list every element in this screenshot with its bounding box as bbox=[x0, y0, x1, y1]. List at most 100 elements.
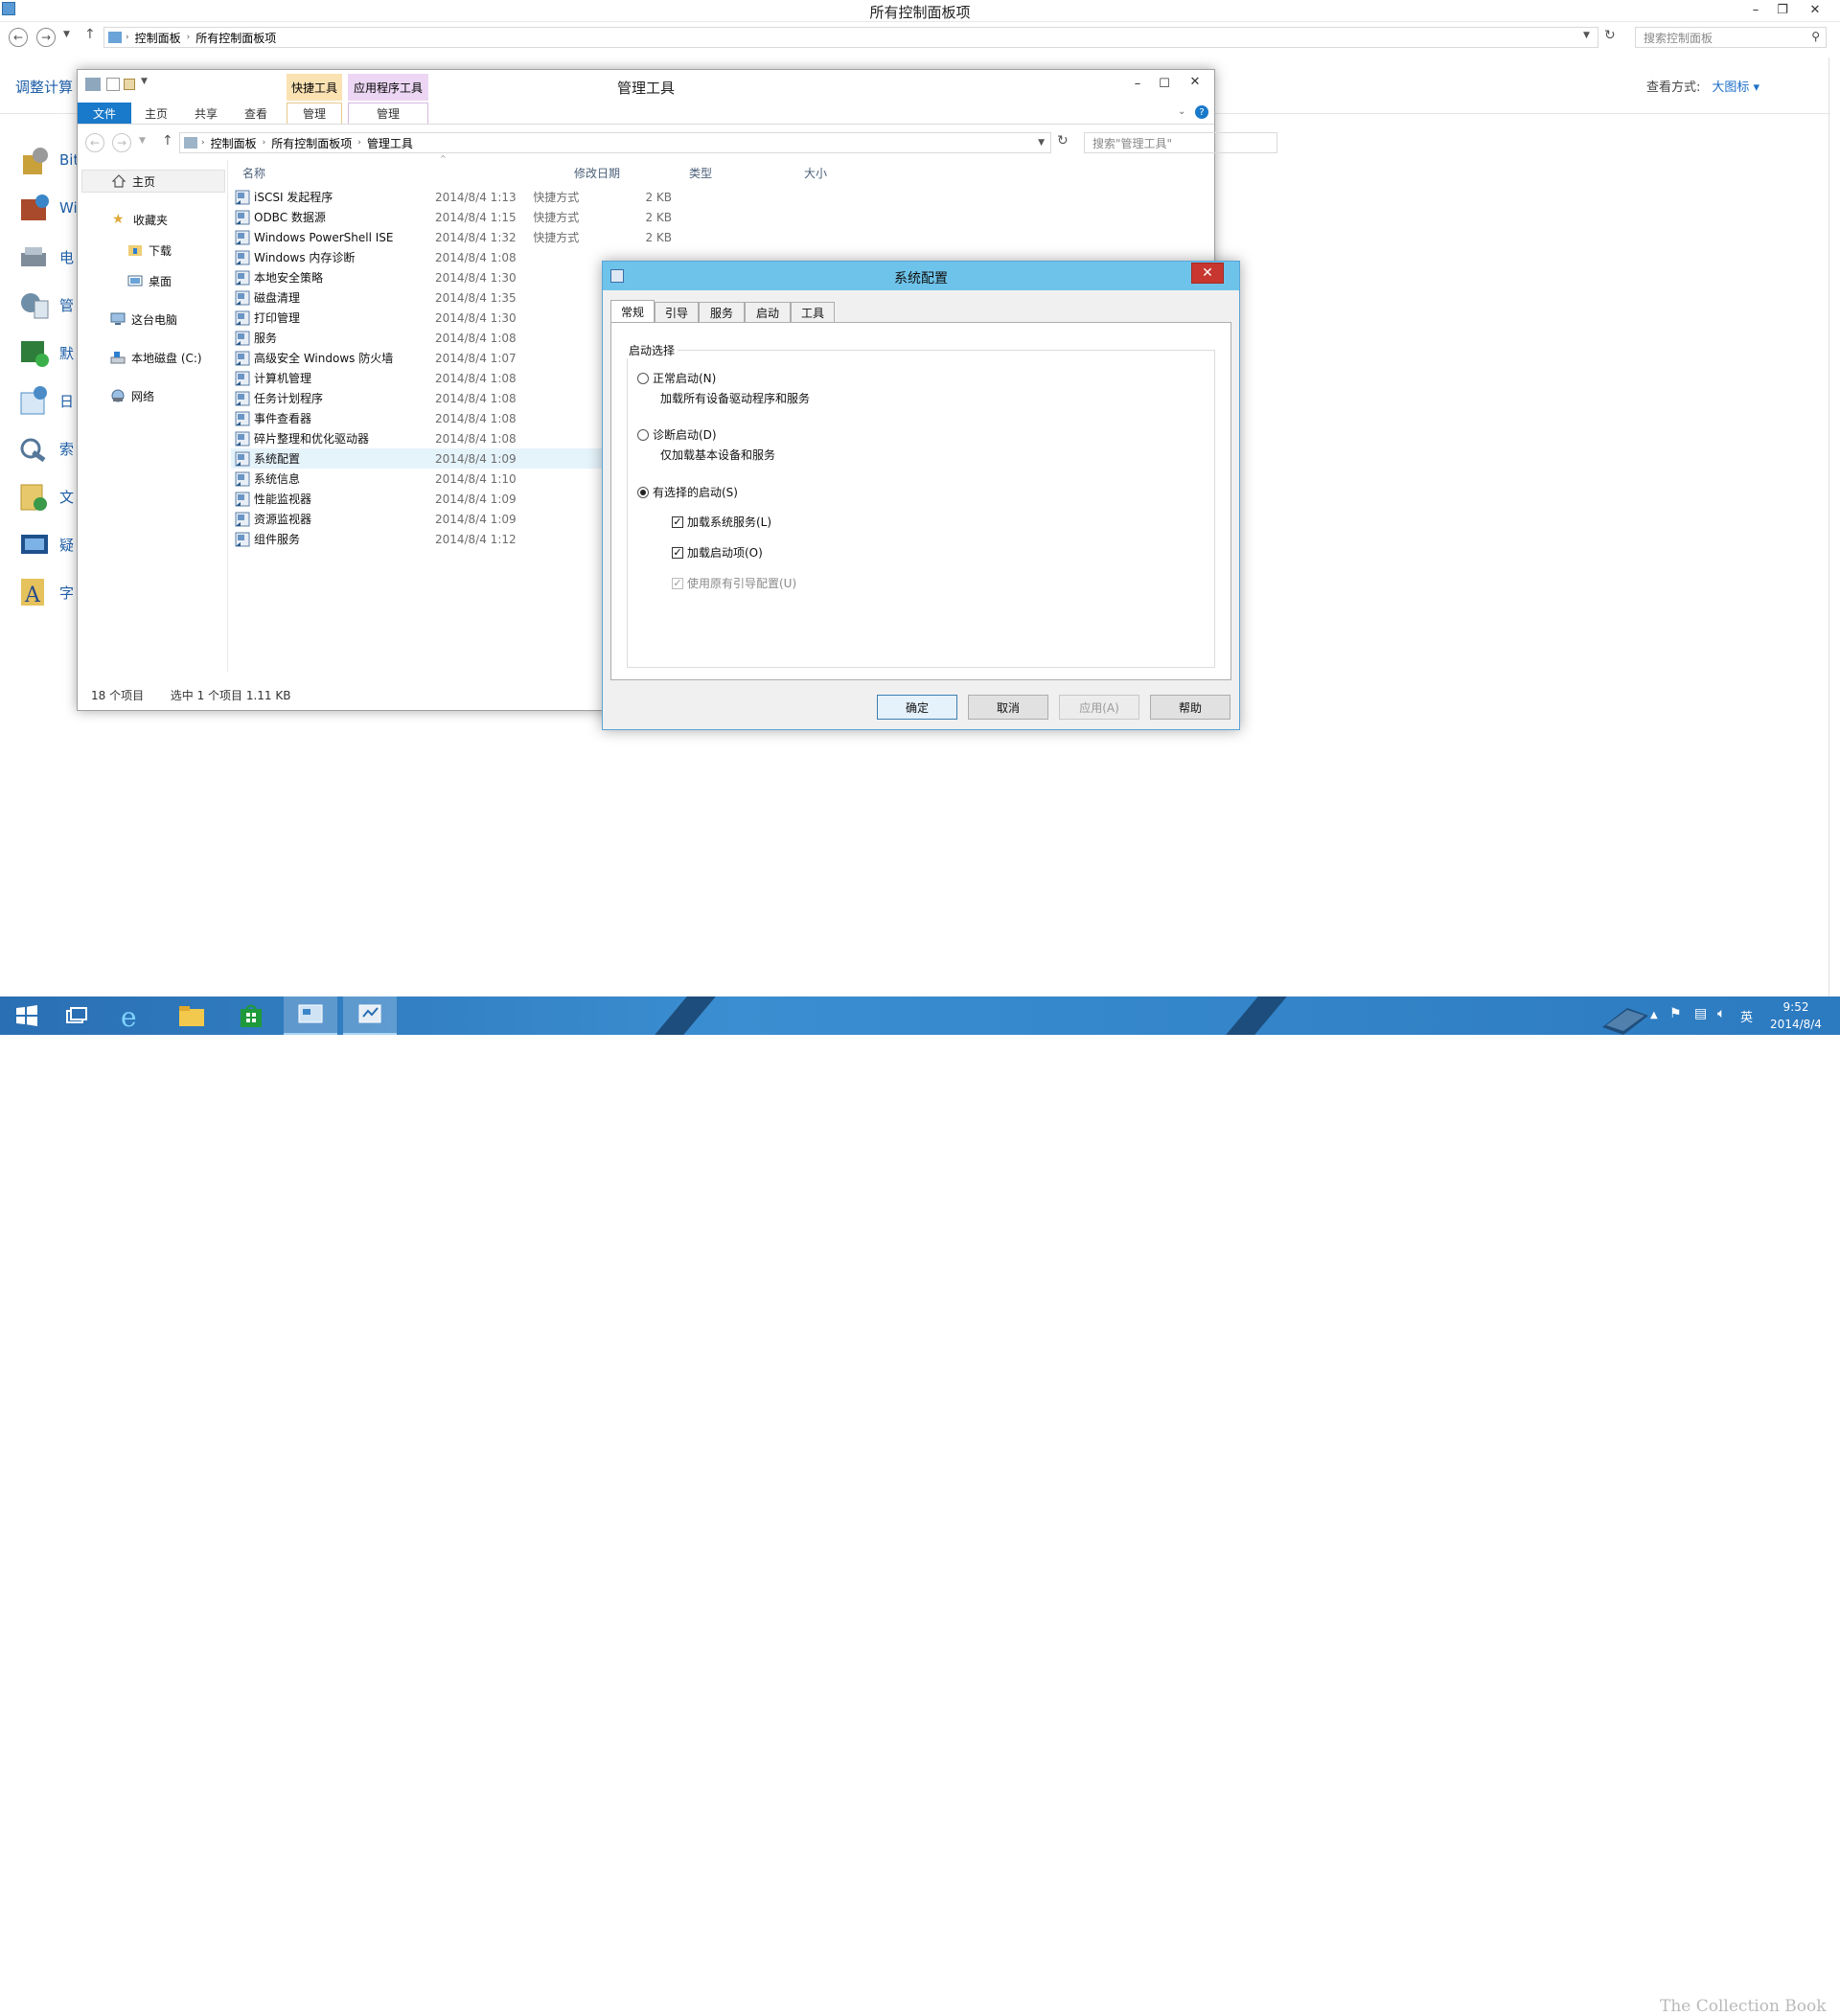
file-name-cell[interactable]: 资源监视器 bbox=[231, 511, 435, 527]
ribbon-expand-icon[interactable]: ⌄ bbox=[1178, 106, 1185, 117]
search-admin-tools-input[interactable]: 搜索"管理工具" bbox=[1084, 132, 1277, 153]
nav-favorites[interactable]: ★ 收藏夹 bbox=[78, 208, 168, 231]
file-row[interactable]: iSCSI 发起程序 2014/8/4 1:13 快捷方式 2 KB bbox=[231, 187, 672, 207]
back-icon[interactable]: ← bbox=[9, 28, 28, 47]
file-name-cell[interactable]: 任务计划程序 bbox=[231, 390, 435, 406]
minimize-button[interactable]: – bbox=[1742, 0, 1769, 19]
up-icon[interactable]: ↑ bbox=[162, 133, 173, 149]
admin-tools-icon[interactable] bbox=[17, 287, 52, 322]
file-name-cell[interactable]: 磁盘清理 bbox=[231, 289, 435, 306]
selective-startup-label[interactable]: 有选择的启动(S) bbox=[653, 484, 738, 500]
troubleshooting-icon[interactable] bbox=[17, 527, 52, 561]
cp-item-fonts[interactable]: 字 bbox=[59, 583, 74, 603]
breadcrumb-item[interactable]: 控制面板 bbox=[129, 30, 187, 46]
cp-item-troubleshooting[interactable]: 疑 bbox=[59, 535, 74, 555]
close-button[interactable]: ✕ bbox=[1180, 72, 1210, 91]
forward-icon[interactable]: → bbox=[36, 28, 56, 47]
bitlocker-icon[interactable] bbox=[17, 144, 52, 178]
cancel-button[interactable]: 取消 bbox=[968, 695, 1048, 720]
normal-startup-radio[interactable] bbox=[637, 372, 649, 384]
tab-manage-app[interactable]: 管理 bbox=[348, 103, 428, 124]
help-button[interactable]: 帮助 bbox=[1150, 695, 1230, 720]
task-view-icon[interactable] bbox=[50, 997, 104, 1035]
breadcrumb-item[interactable]: 所有控制面板项 bbox=[265, 135, 357, 151]
file-name-cell[interactable]: 碎片整理和优化驱动器 bbox=[231, 430, 435, 447]
load-startup-items-label[interactable]: 加载启动项(O) bbox=[687, 544, 763, 561]
cp-item-power[interactable]: 电 bbox=[59, 247, 74, 267]
nav-this-pc[interactable]: 这台电脑 bbox=[78, 308, 177, 331]
nav-home[interactable]: 主页 bbox=[81, 170, 225, 193]
tab-manage-shortcut[interactable]: 管理 bbox=[287, 103, 342, 124]
file-name-cell[interactable]: 计算机管理 bbox=[231, 370, 435, 386]
diagnostic-startup-label[interactable]: 诊断启动(D) bbox=[653, 426, 717, 443]
internet-explorer-icon[interactable]: e bbox=[105, 997, 159, 1035]
address-bar[interactable]: › 控制面板 › 所有控制面板项 › 管理工具 ▼ bbox=[179, 132, 1051, 153]
address-dropdown-icon[interactable]: ▼ bbox=[1038, 138, 1045, 148]
cp-item-file-history[interactable]: 文 bbox=[59, 487, 74, 507]
tab-startup[interactable]: 启动 bbox=[745, 302, 791, 323]
cp-item-date-time[interactable]: 日 bbox=[59, 391, 74, 411]
recent-dropdown-icon[interactable]: ▼ bbox=[63, 30, 70, 39]
selective-startup-option[interactable]: 有选择的启动(S) bbox=[637, 484, 738, 500]
default-programs-icon[interactable] bbox=[17, 335, 52, 370]
column-date[interactable]: 修改日期 bbox=[574, 160, 660, 185]
file-name-cell[interactable]: 组件服务 bbox=[231, 531, 435, 547]
scrollbar-track[interactable] bbox=[1828, 57, 1829, 997]
indexing-icon[interactable] bbox=[17, 431, 52, 466]
dialog-close-button[interactable]: ✕ bbox=[1191, 263, 1224, 284]
close-button[interactable]: ✕ bbox=[1802, 0, 1828, 19]
refresh-icon[interactable]: ↻ bbox=[1057, 133, 1069, 149]
file-name-cell[interactable]: 事件查看器 bbox=[231, 410, 435, 426]
store-icon[interactable] bbox=[224, 997, 278, 1035]
restore-button[interactable]: ❐ bbox=[1769, 0, 1796, 19]
help-icon[interactable]: ? bbox=[1195, 105, 1208, 119]
input-method-indicator[interactable]: 英 bbox=[1740, 1007, 1753, 1025]
address-bar[interactable]: › 控制面板 › 所有控制面板项 bbox=[104, 27, 1598, 48]
file-name-cell[interactable]: Windows 内存诊断 bbox=[231, 249, 435, 265]
nav-local-disk[interactable]: 本地磁盘 (C:) bbox=[78, 346, 202, 369]
maximize-button[interactable]: ☐ bbox=[1151, 74, 1178, 93]
load-system-services-label[interactable]: 加载系统服务(L) bbox=[687, 514, 771, 530]
start-button[interactable] bbox=[0, 997, 54, 1035]
file-name-cell[interactable]: 系统配置 bbox=[231, 450, 435, 467]
power-options-icon[interactable] bbox=[17, 240, 52, 274]
file-name-cell[interactable]: 打印管理 bbox=[231, 309, 435, 326]
file-name-cell[interactable]: 本地安全策略 bbox=[231, 269, 435, 286]
control-panel-taskbar-icon[interactable] bbox=[284, 997, 337, 1035]
tab-file[interactable]: 文件 bbox=[78, 103, 131, 124]
file-history-icon[interactable] bbox=[17, 479, 52, 514]
tab-home[interactable]: 主页 bbox=[137, 103, 175, 124]
tab-services[interactable]: 服务 bbox=[699, 302, 745, 323]
forward-icon[interactable]: → bbox=[112, 133, 131, 152]
tab-share[interactable]: 共享 bbox=[187, 103, 225, 124]
file-name-cell[interactable]: iSCSI 发起程序 bbox=[231, 189, 435, 205]
file-name-cell[interactable]: Windows PowerShell ISE bbox=[231, 230, 435, 245]
volume-icon[interactable]: 🔈︎ bbox=[1717, 1006, 1725, 1021]
cp-item-indexing[interactable]: 索 bbox=[59, 439, 74, 459]
file-row[interactable]: ODBC 数据源 2014/8/4 1:15 快捷方式 2 KB bbox=[231, 207, 672, 227]
search-control-panel-input[interactable]: 搜索控制面板 ⚲ bbox=[1635, 27, 1827, 48]
diagnostic-startup-option[interactable]: 诊断启动(D) bbox=[637, 426, 717, 443]
cp-item-windows[interactable]: Wi bbox=[59, 199, 78, 217]
nav-network[interactable]: 网络 bbox=[78, 384, 154, 407]
back-icon[interactable]: ← bbox=[85, 133, 104, 152]
cp-item-default-programs[interactable]: 默 bbox=[59, 343, 74, 363]
file-name-cell[interactable]: 服务 bbox=[231, 330, 435, 346]
column-size[interactable]: 大小 bbox=[804, 160, 862, 185]
diagnostic-startup-radio[interactable] bbox=[637, 428, 649, 441]
normal-startup-option[interactable]: 正常启动(N) bbox=[637, 370, 716, 386]
file-name-cell[interactable]: ODBC 数据源 bbox=[231, 209, 435, 225]
view-by-dropdown[interactable]: 大图标 ▾ bbox=[1712, 80, 1760, 95]
column-type[interactable]: 类型 bbox=[689, 160, 775, 185]
network-status-icon[interactable]: ▤ bbox=[1694, 1006, 1707, 1021]
refresh-icon[interactable]: ↻ bbox=[1604, 28, 1616, 43]
file-name-cell[interactable]: 性能监视器 bbox=[231, 491, 435, 507]
selective-startup-radio[interactable] bbox=[637, 486, 649, 498]
firewall-icon[interactable] bbox=[17, 192, 52, 226]
nav-desktop[interactable]: 桌面 bbox=[78, 269, 172, 292]
show-hidden-icons[interactable]: ▲ bbox=[1650, 1010, 1658, 1020]
fonts-icon[interactable]: A bbox=[17, 575, 52, 609]
load-startup-items-checkbox[interactable]: ✓ bbox=[672, 546, 683, 559]
date-time-icon[interactable] bbox=[17, 383, 52, 418]
column-name[interactable]: 名称 bbox=[242, 160, 434, 185]
